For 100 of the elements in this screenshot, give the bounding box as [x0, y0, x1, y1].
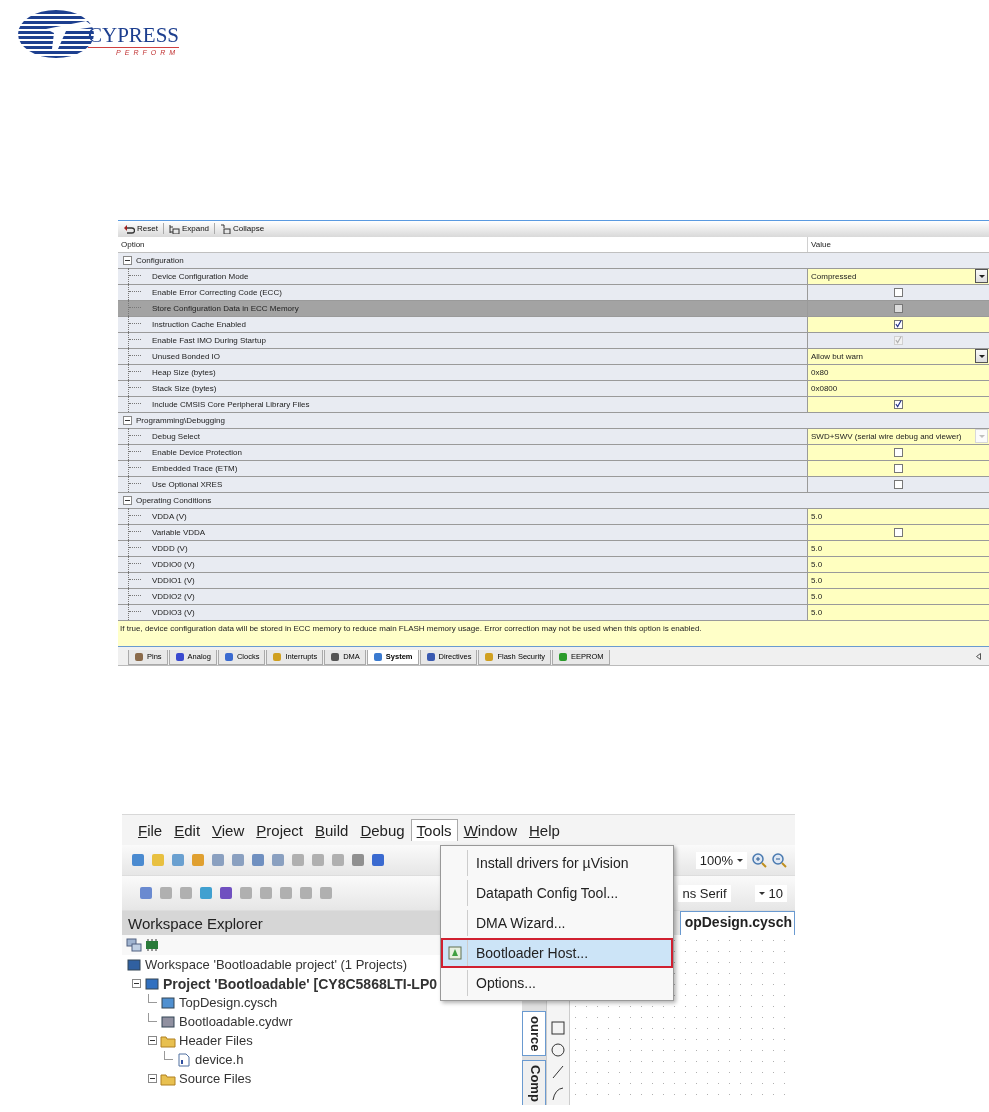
side-tab[interactable]: Comp	[522, 1060, 546, 1105]
toolbar-icon[interactable]	[130, 852, 146, 868]
expand-tree-icon	[168, 223, 180, 234]
value-text[interactable]: 5.0	[808, 591, 989, 601]
side-tab[interactable]: ource	[522, 1010, 546, 1057]
menu-item[interactable]: Edit	[168, 818, 207, 842]
checkbox[interactable]	[894, 527, 903, 537]
menu-item[interactable]: Build	[309, 818, 355, 842]
menu-item[interactable]: Help	[523, 818, 566, 842]
option-label: VDDIO1 (V)	[152, 575, 195, 585]
collapse-icon[interactable]	[123, 495, 132, 505]
font-name-field[interactable]: ns Serif	[678, 884, 731, 902]
group-label: Programming\Debugging	[136, 415, 225, 425]
menu-item[interactable]: Bootloader Host...	[441, 938, 673, 968]
option-label: Enable Error Correcting Code (ECC)	[152, 287, 282, 297]
checkbox[interactable]	[894, 319, 903, 329]
option-label: Use Optional XRES	[152, 479, 223, 489]
toolbar-button[interactable]: Collapse	[218, 223, 267, 234]
checkbox[interactable]	[894, 399, 903, 409]
zoom-in-icon[interactable]	[751, 852, 767, 868]
collapse-icon[interactable]	[132, 979, 141, 988]
tree-item[interactable]: device.h	[195, 1052, 244, 1067]
option-label: VDDIO0 (V)	[152, 559, 195, 569]
menu-item[interactable]: Tools	[410, 819, 458, 841]
option-label: Heap Size (bytes)	[152, 367, 216, 377]
folder-icon	[160, 1071, 176, 1086]
checkbox[interactable]	[894, 479, 903, 489]
option-label: VDDD (V)	[152, 543, 188, 553]
tree-item[interactable]: TopDesign.cysch	[179, 995, 278, 1010]
option-label: VDDA (V)	[152, 511, 187, 521]
dropdown-field[interactable]: Allow but warn	[808, 348, 989, 364]
windows-icon[interactable]	[126, 938, 142, 952]
option-label: Embedded Trace (ETM)	[152, 463, 238, 473]
toolbar-icon[interactable]	[198, 885, 214, 901]
value-text[interactable]: 5.0	[808, 607, 989, 617]
collapse-icon[interactable]	[148, 1074, 157, 1083]
tree-item[interactable]: Project 'Bootloadable' [CY8C5868LTI-LP0	[163, 975, 437, 992]
toolbar-icon[interactable]	[270, 852, 286, 868]
zoom-out-icon[interactable]	[771, 852, 787, 868]
rectangle-tool-icon[interactable]	[551, 1021, 565, 1035]
column-header: Value	[807, 236, 989, 252]
menu-item[interactable]: Window	[457, 818, 523, 842]
arc-tool-icon[interactable]	[551, 1087, 565, 1101]
value-text[interactable]: 5.0	[808, 543, 989, 553]
bootloader-icon	[448, 946, 462, 960]
font-size-field[interactable]: 10	[754, 884, 787, 902]
scroll-left-arrow-icon[interactable]	[976, 653, 981, 660]
document-tab[interactable]: opDesign.cysch	[679, 911, 795, 935]
toolbar-icon[interactable]	[230, 852, 246, 868]
toolbar-icon[interactable]	[370, 852, 386, 868]
tree-item[interactable]: Header Files	[179, 1033, 253, 1048]
collapse-icon[interactable]	[148, 1036, 157, 1045]
collapse-icon[interactable]	[123, 255, 132, 265]
toolbar-icon[interactable]	[350, 852, 366, 868]
menu-item[interactable]: Debug	[354, 818, 411, 842]
menu-item[interactable]: Project	[250, 818, 309, 842]
checkbox[interactable]	[894, 287, 903, 297]
toolbar-button[interactable]: Reset	[122, 223, 160, 234]
line-tool-icon[interactable]	[551, 1065, 565, 1079]
dropdown-field[interactable]: Compressed	[808, 268, 989, 284]
collapse-icon[interactable]	[123, 415, 132, 425]
value-text[interactable]: 5.0	[808, 575, 989, 585]
toolbar-icon[interactable]	[218, 885, 234, 901]
option-label: Enable Fast IMO During Startup	[152, 335, 266, 345]
logo-wordmark: CYPRESS	[88, 24, 180, 48]
option-label: Debug Select	[152, 431, 201, 441]
menu-item[interactable]: View	[206, 818, 251, 842]
tree-item[interactable]: Workspace 'Bootloadable project' (1 Projects)	[145, 957, 407, 972]
collapse-tree-icon	[220, 223, 232, 234]
file-icon	[176, 1052, 192, 1067]
value-text[interactable]: 5.0	[808, 559, 989, 569]
toolbar-icon[interactable]	[210, 852, 226, 868]
column-header: Option	[120, 239, 146, 249]
ellipse-tool-icon[interactable]	[551, 1043, 565, 1057]
value-text[interactable]: 5.0	[808, 511, 989, 521]
menu-item[interactable]: Options...	[441, 968, 673, 998]
group-label: Operating Conditions	[136, 495, 212, 505]
zoom-dropdown[interactable]: 100%	[695, 851, 747, 869]
menu-item[interactable]: Datapath Config Tool...	[441, 878, 673, 908]
option-label: Device Configuration Mode	[152, 271, 249, 281]
option-label: Unused Bonded IO	[152, 351, 221, 361]
toolbar-icon[interactable]	[250, 852, 266, 868]
value-text[interactable]: 0x0800	[808, 383, 989, 393]
folder-icon	[160, 1033, 176, 1048]
checkbox[interactable]	[894, 303, 903, 313]
checkbox[interactable]	[894, 447, 903, 457]
option-label: Include CMSIS Core Peripheral Library Files	[152, 399, 310, 409]
menu-item[interactable]: Install drivers for µVision	[441, 848, 673, 878]
property-description: If true, device configuration data will be stored in ECC memory to reduce main FLASH memory usage. Error correction may not be used when this option is enabled.	[120, 623, 702, 633]
toolbar-button[interactable]: Expand	[166, 223, 212, 234]
option-label: Variable VDDA	[152, 527, 206, 537]
tree-item[interactable]: Bootloadable.cydwr	[179, 1014, 293, 1029]
tree-item[interactable]: Source Files	[179, 1071, 252, 1086]
checkbox[interactable]	[894, 463, 903, 473]
toolbar-icon[interactable]	[170, 852, 186, 868]
undo-arrow-icon	[124, 223, 135, 234]
menu-item[interactable]: File	[132, 818, 169, 842]
option-label: Store Configuration Data in ECC Memory	[152, 303, 299, 313]
toolbar-icon[interactable]	[138, 885, 154, 901]
value-text[interactable]: 0x80	[808, 367, 989, 377]
